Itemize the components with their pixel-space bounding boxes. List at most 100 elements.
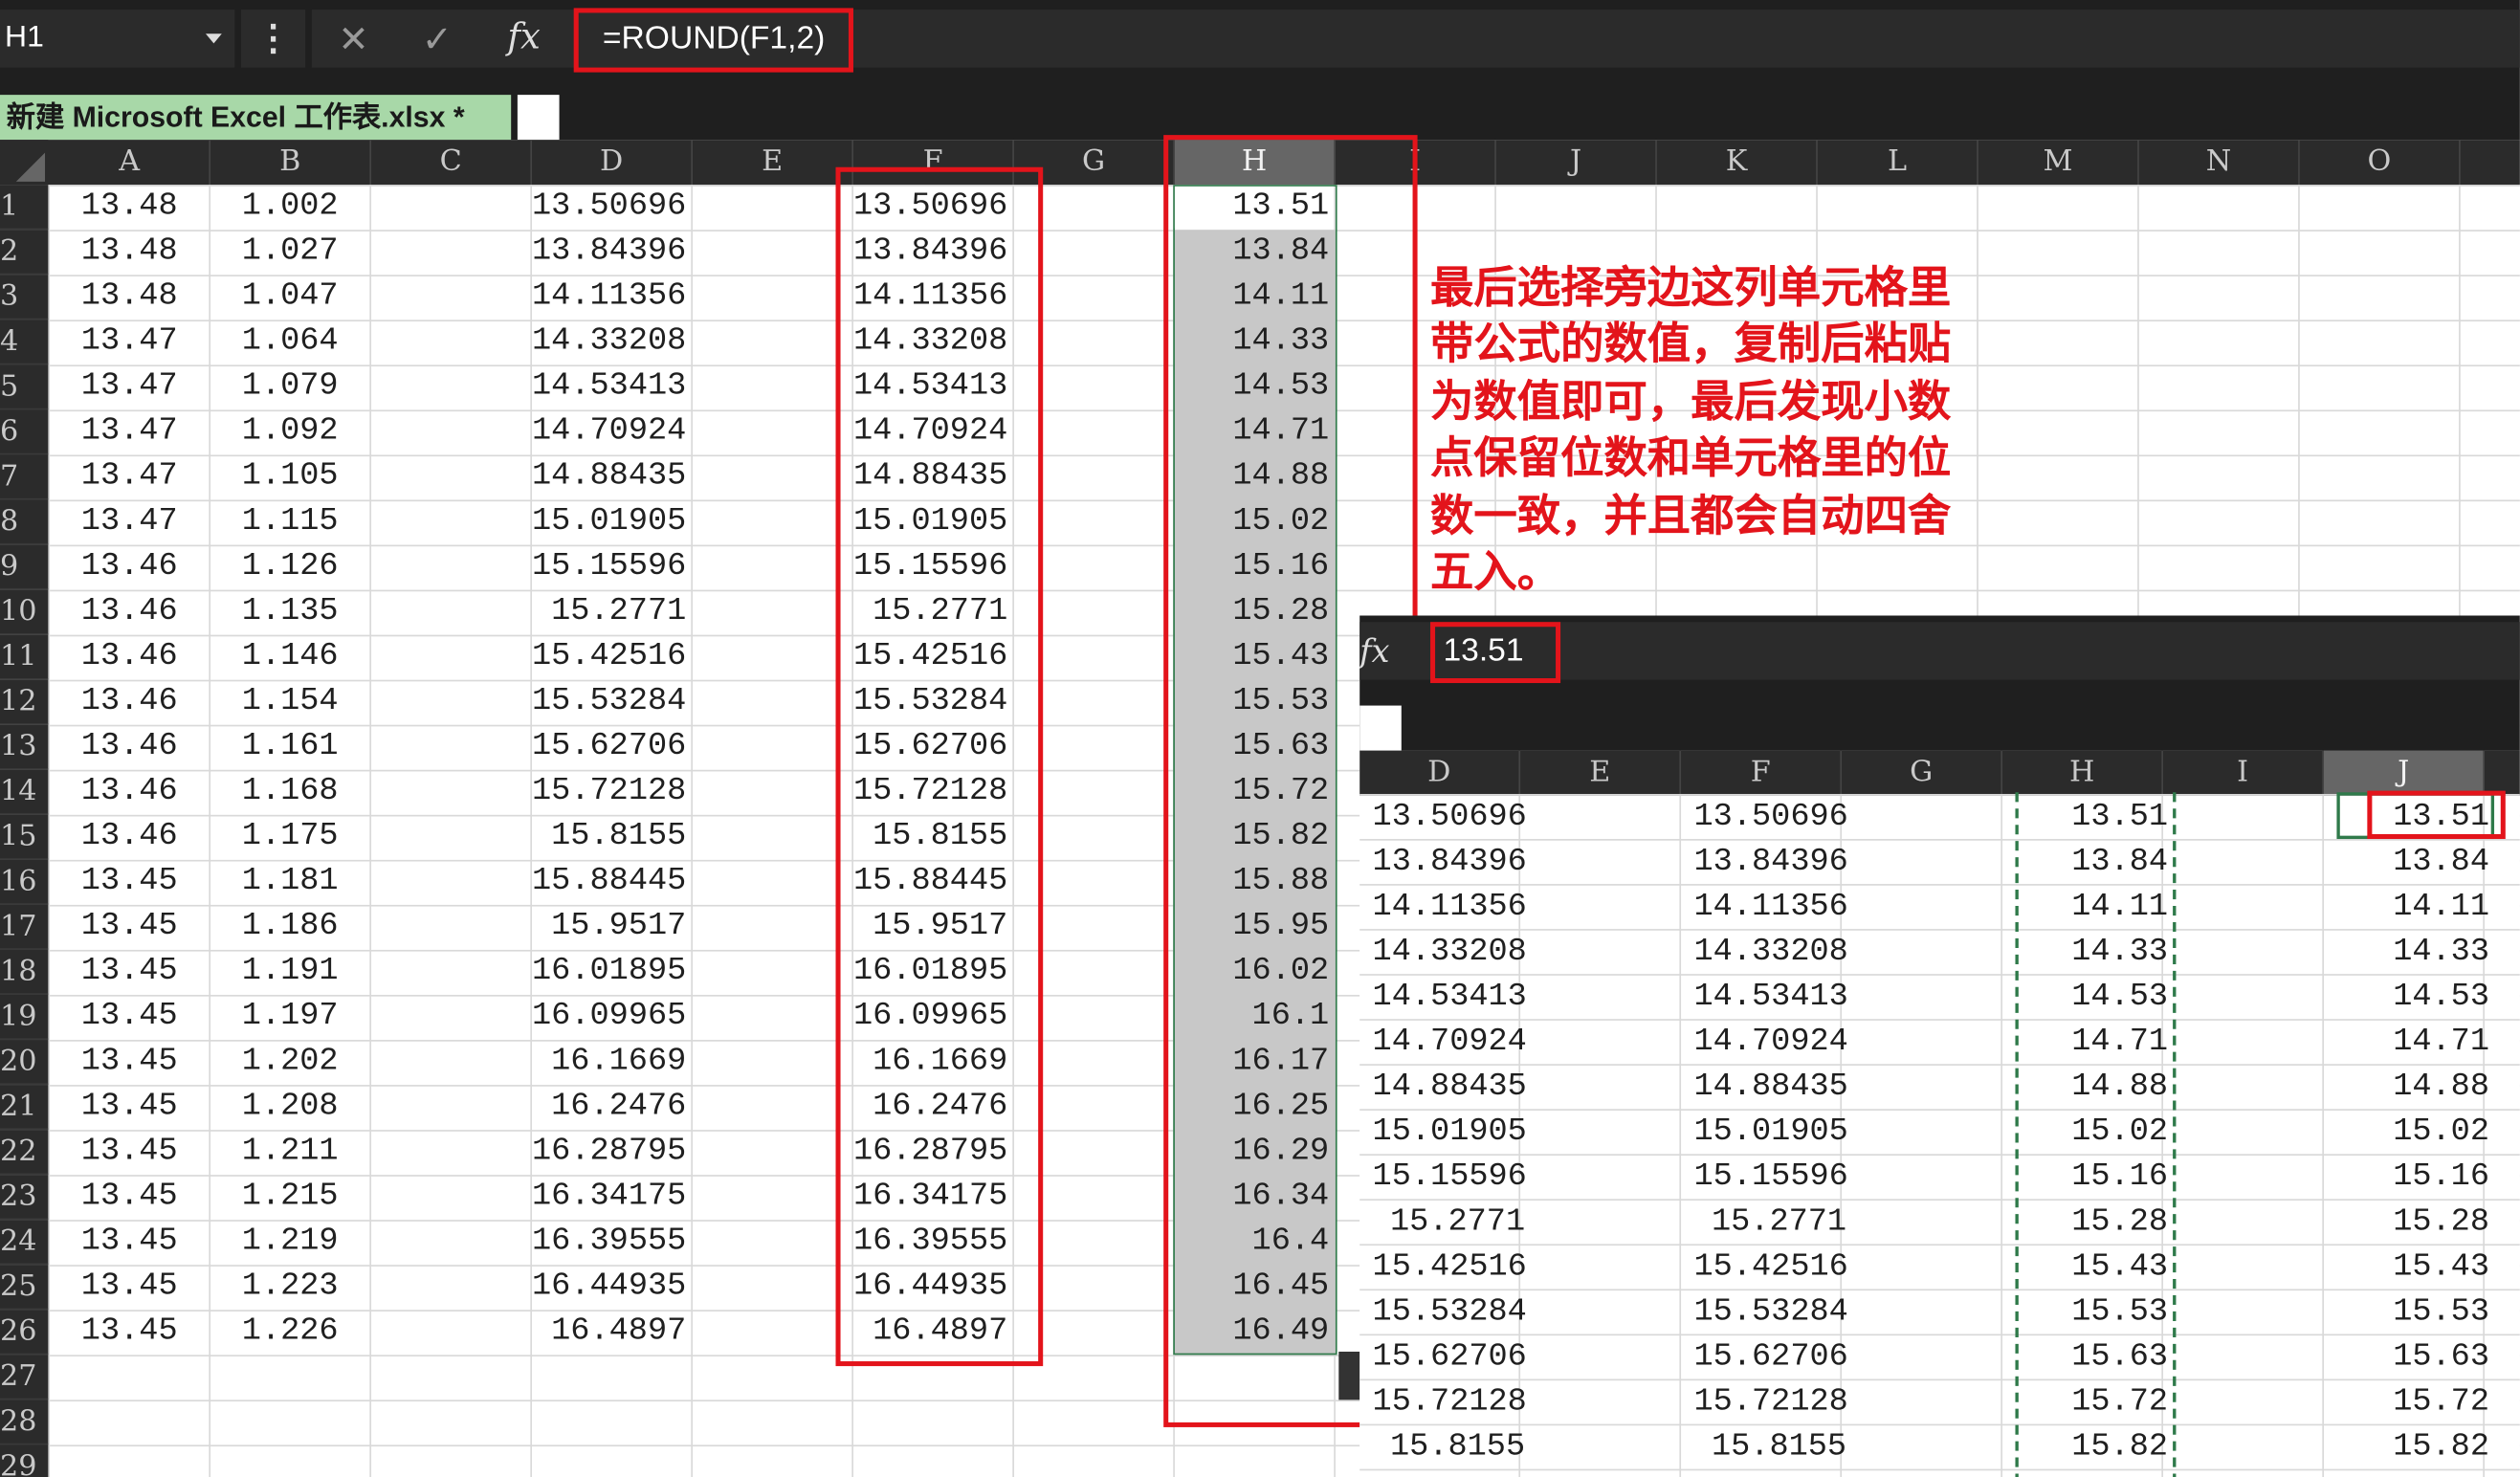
inset-cell-h4[interactable]: 14.33	[2015, 931, 2173, 976]
cell-a5[interactable]: 13.47	[50, 364, 209, 409]
cell-b18[interactable]: 1.191	[210, 950, 369, 995]
cell-d21[interactable]: 16.2476	[532, 1085, 691, 1130]
cell-d14[interactable]: 15.72128	[532, 770, 691, 815]
inset-cell-j2[interactable]: 13.84	[2336, 841, 2494, 886]
inset-cell-f8[interactable]: 15.01905	[1694, 1111, 1852, 1156]
column-header-b[interactable]: B	[210, 140, 372, 186]
inset-cell-h7[interactable]: 14.88	[2015, 1066, 2173, 1111]
cell-b22[interactable]: 1.211	[210, 1130, 369, 1175]
row-header-5[interactable]: 5	[0, 364, 49, 410]
cell-b13[interactable]: 1.161	[210, 725, 369, 770]
inset-cell-h5[interactable]: 14.53	[2015, 976, 2173, 1021]
cell-b25[interactable]: 1.223	[210, 1265, 369, 1310]
inset-column-header-f[interactable]: F	[1681, 750, 1843, 796]
cell-a20[interactable]: 13.45	[50, 1040, 209, 1085]
cell-d26[interactable]: 16.4897	[532, 1310, 691, 1355]
inset-cell-d3[interactable]: 14.11356	[1373, 886, 1531, 931]
inset-cell-d4[interactable]: 14.33208	[1373, 931, 1531, 976]
cell-b5[interactable]: 1.079	[210, 364, 369, 409]
inset-cell-f6[interactable]: 14.70924	[1694, 1021, 1852, 1066]
cell-a17[interactable]: 13.45	[50, 905, 209, 950]
column-header-k[interactable]: K	[1657, 140, 1818, 186]
cell-b8[interactable]: 1.115	[210, 500, 369, 545]
cell-d9[interactable]: 15.15596	[532, 545, 691, 590]
row-header-16[interactable]: 16	[0, 859, 49, 905]
row-header-12[interactable]: 12	[0, 679, 49, 725]
cell-d25[interactable]: 16.44935	[532, 1265, 691, 1310]
cell-a15[interactable]: 13.46	[50, 815, 209, 860]
inset-cell-h8[interactable]: 15.02	[2015, 1111, 2173, 1156]
cell-a16[interactable]: 13.45	[50, 860, 209, 905]
cell-d4[interactable]: 14.33208	[532, 320, 691, 364]
cell-a22[interactable]: 13.45	[50, 1130, 209, 1175]
column-header-j[interactable]: J	[1496, 140, 1657, 186]
cell-a11[interactable]: 13.46	[50, 635, 209, 680]
inset-cell-h14[interactable]: 15.72	[2015, 1380, 2173, 1425]
cell-d24[interactable]: 16.39555	[532, 1220, 691, 1265]
column-header-m[interactable]: M	[1978, 140, 2139, 186]
cell-a9[interactable]: 13.46	[50, 545, 209, 590]
inset-cell-d8[interactable]: 15.01905	[1373, 1111, 1531, 1156]
column-header-a[interactable]: A	[50, 140, 211, 186]
inset-cell-d9[interactable]: 15.15596	[1373, 1156, 1531, 1201]
row-header-13[interactable]: 13	[0, 724, 49, 770]
inset-cell-f11[interactable]: 15.42516	[1694, 1246, 1852, 1290]
inset-cell-h11[interactable]: 15.43	[2015, 1246, 2173, 1290]
inset-cell-h10[interactable]: 15.28	[2015, 1201, 2173, 1246]
cell-b21[interactable]: 1.208	[210, 1085, 369, 1130]
fx-icon[interactable]: fx	[492, 10, 556, 67]
row-header-3[interactable]: 3	[0, 275, 49, 320]
row-header-15[interactable]: 15	[0, 814, 49, 860]
inset-cell-j7[interactable]: 14.88	[2336, 1066, 2494, 1111]
more-options[interactable]: ⋮	[240, 10, 306, 68]
inset-cell-f5[interactable]: 14.53413	[1694, 976, 1852, 1021]
cell-d22[interactable]: 16.28795	[532, 1130, 691, 1175]
cell-a3[interactable]: 13.48	[50, 275, 209, 320]
row-header-24[interactable]: 24	[0, 1220, 49, 1266]
cell-a12[interactable]: 13.46	[50, 680, 209, 725]
row-header-2[interactable]: 2	[0, 230, 49, 276]
row-header-22[interactable]: 22	[0, 1130, 49, 1176]
name-box[interactable]: H1	[0, 10, 235, 68]
cell-b23[interactable]: 1.215	[210, 1175, 369, 1220]
cell-d23[interactable]: 16.34175	[532, 1175, 691, 1220]
inset-cell-h12[interactable]: 15.53	[2015, 1290, 2173, 1335]
inset-cell-d11[interactable]: 15.42516	[1373, 1246, 1531, 1290]
row-header-26[interactable]: 26	[0, 1310, 49, 1356]
cell-d17[interactable]: 15.9517	[532, 905, 691, 950]
inset-cell-j5[interactable]: 14.53	[2336, 976, 2494, 1021]
inset-cell-j11[interactable]: 15.43	[2336, 1246, 2494, 1290]
cell-a10[interactable]: 13.46	[50, 590, 209, 635]
row-header-29[interactable]: 29	[0, 1444, 49, 1477]
cell-b14[interactable]: 1.168	[210, 770, 369, 815]
inset-cell-f12[interactable]: 15.53284	[1694, 1290, 1852, 1335]
cell-b4[interactable]: 1.064	[210, 320, 369, 364]
cell-d7[interactable]: 14.88435	[532, 454, 691, 499]
column-header-e[interactable]: E	[693, 140, 853, 186]
cell-a13[interactable]: 13.46	[50, 725, 209, 770]
row-header-6[interactable]: 6	[0, 409, 49, 455]
cell-b10[interactable]: 1.135	[210, 590, 369, 635]
inset-cell-d13[interactable]: 15.62706	[1373, 1335, 1531, 1380]
cancel-icon[interactable]: ✕	[321, 10, 386, 67]
inset-cell-f1[interactable]: 13.50696	[1694, 796, 1852, 841]
inset-column-header-h[interactable]: H	[2002, 750, 2164, 796]
cell-d5[interactable]: 14.53413	[532, 364, 691, 409]
inset-column-header-i[interactable]: I	[2163, 750, 2324, 796]
inset-cell-f15[interactable]: 15.8155	[1694, 1425, 1852, 1470]
select-all-corner[interactable]	[0, 140, 49, 186]
inset-cell-j12[interactable]: 15.53	[2336, 1290, 2494, 1335]
column-header-c[interactable]: C	[371, 140, 533, 186]
cell-a23[interactable]: 13.45	[50, 1175, 209, 1220]
inset-cell-j13[interactable]: 15.63	[2336, 1335, 2494, 1380]
cell-b3[interactable]: 1.047	[210, 275, 369, 320]
cell-b16[interactable]: 1.181	[210, 860, 369, 905]
inset-cell-d1[interactable]: 13.50696	[1373, 796, 1531, 841]
column-header-n[interactable]: N	[2139, 140, 2300, 186]
cell-b7[interactable]: 1.105	[210, 454, 369, 499]
inset-cell-f13[interactable]: 15.62706	[1694, 1335, 1852, 1380]
row-header-7[interactable]: 7	[0, 454, 49, 500]
inset-cell-j4[interactable]: 14.33	[2336, 931, 2494, 976]
inset-cell-h15[interactable]: 15.82	[2015, 1425, 2173, 1470]
inset-cell-j10[interactable]: 15.28	[2336, 1201, 2494, 1246]
